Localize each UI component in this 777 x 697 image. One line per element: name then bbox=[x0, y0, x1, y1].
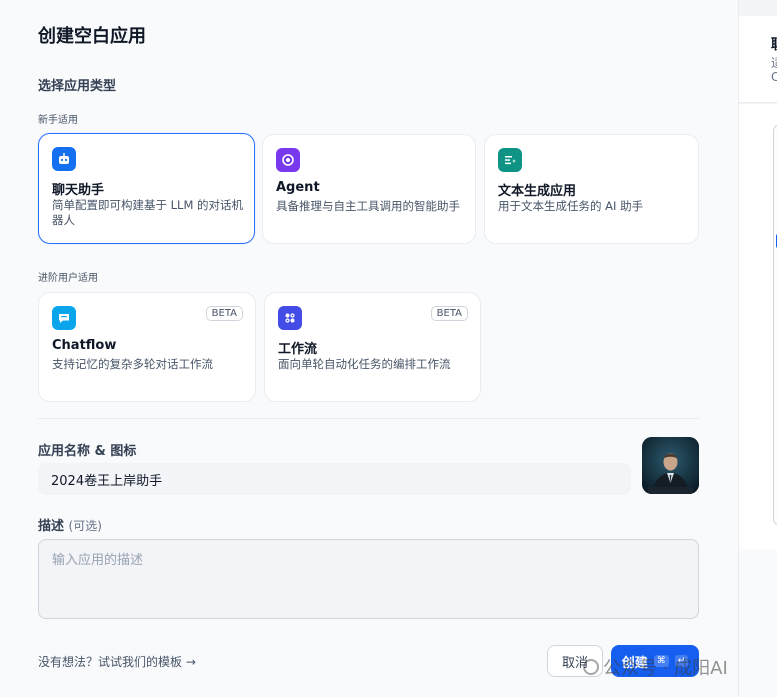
create-app-dialog: 创建空白应用 选择应用类型 新手适用 聊天助手 简单配置即可构建基于 LLM 的… bbox=[0, 0, 738, 697]
text-generation-icon bbox=[498, 148, 522, 172]
app-type-name: 工作流 bbox=[278, 342, 318, 357]
app-type-card-agent[interactable]: Agent 具备推理与自主工具调用的智能助手 bbox=[262, 134, 476, 244]
beta-badge: BETA bbox=[430, 306, 468, 321]
chatflow-icon bbox=[52, 306, 76, 330]
app-type-desc: 具备推理与自主工具调用的智能助手 bbox=[276, 199, 460, 213]
app-type-desc: 用于文本生成任务的 AI 助手 bbox=[498, 199, 644, 213]
optional-hint: (可选) bbox=[68, 519, 102, 533]
dialog-title: 创建空白应用 bbox=[38, 26, 146, 47]
app-type-desc: 简单配置即可构建基于 LLM 的对话机器人 bbox=[52, 198, 244, 227]
watermark-text: 公众号 · 成阳AI bbox=[603, 658, 728, 679]
preview-frame bbox=[773, 124, 777, 526]
app-type-desc: 支持记忆的复杂多轮对话工作流 bbox=[52, 357, 213, 371]
app-type-name: 文本生成应用 bbox=[498, 184, 577, 199]
app-type-desc: 面向单轮自动化任务的编排工作流 bbox=[278, 357, 451, 371]
preview-desc-line-2: C bbox=[771, 70, 777, 84]
app-type-card-chat[interactable]: 聊天助手 简单配置即可构建基于 LLM 的对话机器人 bbox=[38, 133, 255, 244]
agent-icon bbox=[276, 148, 300, 172]
preview-footer bbox=[739, 549, 777, 697]
app-name-input[interactable] bbox=[38, 463, 631, 495]
preview-title: 聊 bbox=[771, 34, 777, 54]
wechat-icon bbox=[583, 659, 599, 675]
app-type-name: Chatflow bbox=[52, 338, 117, 353]
preview-desc-line-1: 适 bbox=[771, 54, 777, 71]
preview-panel bbox=[738, 0, 777, 697]
app-icon-picker[interactable] bbox=[642, 437, 699, 494]
app-type-name: Agent bbox=[276, 180, 320, 195]
advanced-group-label: 进阶用户适用 bbox=[38, 273, 98, 284]
preview-area bbox=[739, 104, 777, 549]
beta-badge: BETA bbox=[205, 306, 243, 321]
app-avatar-image bbox=[642, 437, 699, 494]
app-type-card-workflow[interactable]: BETA 工作流 面向单轮自动化任务的编排工作流 bbox=[264, 292, 481, 402]
description-textarea[interactable] bbox=[38, 539, 699, 619]
watermark: 公众号 · 成阳AI bbox=[583, 654, 728, 680]
description-label-text: 描述 bbox=[38, 519, 65, 534]
robot-icon bbox=[52, 147, 76, 171]
beginner-group-label: 新手适用 bbox=[38, 115, 78, 126]
description-label: 描述 (可选) bbox=[38, 515, 102, 534]
divider bbox=[38, 418, 699, 419]
template-link-text: 没有想法？试试我们的模板 bbox=[38, 655, 183, 669]
workflow-icon bbox=[278, 306, 302, 330]
arrow-right-icon: → bbox=[185, 655, 196, 669]
app-name-label: 应用名称 & 图标 bbox=[38, 444, 137, 459]
template-link[interactable]: 没有想法？试试我们的模板 → bbox=[38, 653, 196, 670]
app-type-card-completion[interactable]: 文本生成应用 用于文本生成任务的 AI 助手 bbox=[484, 134, 699, 244]
app-type-name: 聊天助手 bbox=[52, 183, 105, 198]
app-type-card-chatflow[interactable]: BETA Chatflow 支持记忆的复杂多轮对话工作流 bbox=[38, 292, 256, 402]
app-type-section-title: 选择应用类型 bbox=[38, 79, 117, 94]
